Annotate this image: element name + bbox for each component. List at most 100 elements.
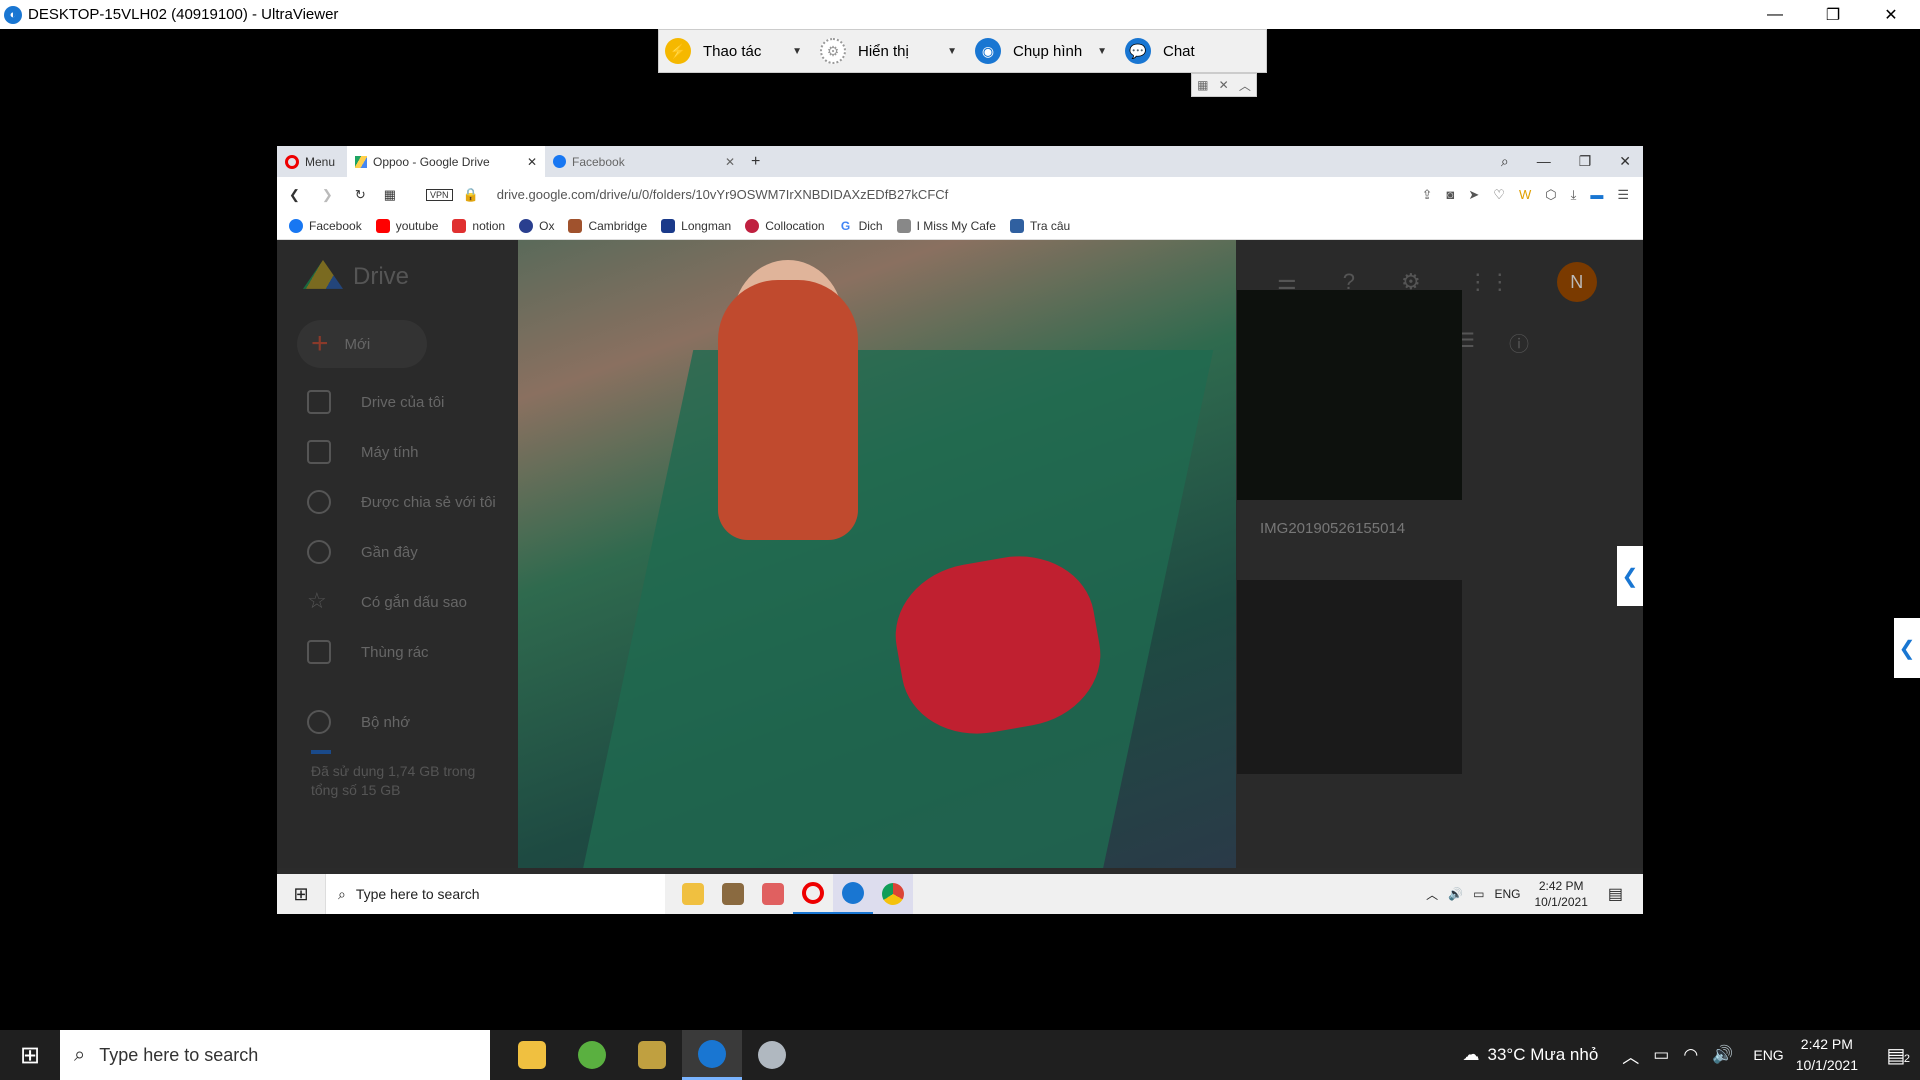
snapshot-icon[interactable]: ◙ xyxy=(1447,187,1455,203)
host-lang[interactable]: ENG xyxy=(1753,1047,1783,1063)
notification-center-button[interactable]: ▤ 2 xyxy=(1872,1043,1920,1068)
wifi-icon[interactable]: ◠ xyxy=(1683,1045,1698,1065)
forward-icon[interactable]: ❯ xyxy=(322,187,333,203)
sidebar-item-recent[interactable]: Gần đây xyxy=(307,540,418,564)
bookmark-notion[interactable]: notion xyxy=(452,218,505,233)
bookmark-dich[interactable]: G Dich xyxy=(838,218,883,233)
hien-thi-menu[interactable]: ⚙ Hiển thị ▼ xyxy=(814,29,969,73)
bookmark-cambridge[interactable]: Cambridge xyxy=(568,218,647,233)
bookmark-collocation[interactable]: Collocation xyxy=(745,218,825,233)
avatar[interactable]: N xyxy=(1556,262,1597,302)
tools-app-button[interactable] xyxy=(622,1030,682,1080)
heart-icon[interactable]: ♡ xyxy=(1493,187,1505,203)
speed-dial-icon[interactable]: ▦ xyxy=(384,187,396,203)
chevron-down-icon[interactable]: ▼ xyxy=(947,46,957,57)
remote-clock[interactable]: 2:42 PM 10/1/2021 xyxy=(1534,878,1587,910)
vpn-badge[interactable]: VPN xyxy=(426,188,453,201)
close-icon[interactable]: ✕ xyxy=(1619,153,1631,170)
search-tabs-icon[interactable]: ⌕ xyxy=(1501,153,1509,170)
opera-menu-button[interactable]: Menu xyxy=(277,146,347,177)
new-button[interactable]: + Mới xyxy=(297,320,427,368)
thumbnail-image[interactable] xyxy=(1237,290,1462,500)
new-tab-button[interactable]: + xyxy=(743,146,768,177)
sidebar-item-trash[interactable]: Thùng rác xyxy=(307,640,429,664)
paint-app-icon[interactable] xyxy=(753,874,793,914)
bookmark-longman[interactable]: Longman xyxy=(661,218,731,233)
cube-icon[interactable]: ⬡ xyxy=(1545,187,1556,203)
close-button[interactable]: ✕ xyxy=(1862,0,1920,29)
sidebar-item-computers[interactable]: Máy tính xyxy=(307,440,419,464)
remote-search-box[interactable]: ⌕ Type here to search xyxy=(325,874,665,914)
bookmark-youtube[interactable]: youtube xyxy=(375,218,438,233)
sidebar-item-my-drive[interactable]: Drive của tôi xyxy=(307,390,444,414)
tray-chevron-up-icon[interactable]: ︿ xyxy=(1622,1043,1639,1068)
close-tab-icon[interactable]: ✕ xyxy=(725,155,735,169)
thao-tac-menu[interactable]: ⚡ Thao tác ▼ xyxy=(659,29,814,73)
bookmark-tra-cau[interactable]: Tra câu xyxy=(1009,218,1070,233)
notification-icon[interactable]: ▤ xyxy=(1608,884,1623,904)
weather-icon[interactable]: ☁ xyxy=(1462,1045,1479,1065)
remote-screen[interactable]: Menu Oppoo - Google Drive ✕ Facebook ✕ +… xyxy=(277,146,1643,914)
share-icon[interactable]: ⇪ xyxy=(1422,187,1433,203)
easy-setup-icon[interactable]: ☰ xyxy=(1617,187,1629,203)
minimize-button[interactable]: — xyxy=(1746,0,1804,29)
tray-chevron-up-icon[interactable]: ︿ xyxy=(1426,886,1438,903)
bookmark-facebook[interactable]: Facebook xyxy=(289,218,362,233)
url-field[interactable]: drive.google.com/drive/u/0/folders/10vYr… xyxy=(497,187,949,202)
paint-taskbar-button[interactable] xyxy=(742,1030,802,1080)
apps-grid-icon[interactable]: ⋮⋮ xyxy=(1467,269,1511,295)
chevron-down-icon[interactable]: ▼ xyxy=(792,46,802,57)
chat-label: Chat xyxy=(1163,42,1195,60)
file-explorer-button[interactable] xyxy=(502,1030,562,1080)
restore-button[interactable]: ❐ xyxy=(1804,0,1862,29)
green-app-button[interactable] xyxy=(562,1030,622,1080)
chrome-app-icon[interactable] xyxy=(873,874,913,914)
wallet-icon[interactable]: W xyxy=(1519,187,1531,203)
volume-icon[interactable]: 🔊 xyxy=(1448,887,1463,901)
host-side-panel-toggle[interactable]: ❮ xyxy=(1894,618,1920,678)
library-app-icon[interactable] xyxy=(713,874,753,914)
sidebar-item-storage[interactable]: Bộ nhớ xyxy=(307,710,410,734)
chevron-down-icon[interactable]: ▼ xyxy=(1097,46,1107,57)
restore-icon[interactable]: ❐ xyxy=(1579,153,1592,170)
host-search-box[interactable]: ⌕ Type here to search xyxy=(60,1030,490,1080)
battery-icon[interactable]: ▭ xyxy=(1653,1045,1669,1065)
bookmark-i-miss-my-cafe[interactable]: I Miss My Cafe xyxy=(896,218,996,233)
volume-icon[interactable]: 🔊 xyxy=(1712,1045,1733,1065)
ultraviewer-taskbar-button[interactable] xyxy=(682,1030,742,1080)
info-icon[interactable]: ⓘ xyxy=(1509,328,1529,357)
send-icon[interactable]: ➤ xyxy=(1468,187,1479,203)
opera-app-icon[interactable] xyxy=(793,874,833,914)
bookmark-ox[interactable]: Ox xyxy=(519,218,554,233)
drive-logo: Drive xyxy=(303,260,409,294)
remote-start-button[interactable]: ⊞ xyxy=(277,874,325,914)
chevron-up-icon[interactable]: ︿ xyxy=(1239,77,1251,94)
chat-button[interactable]: 💬 Chat xyxy=(1119,29,1259,73)
thumbnail-image[interactable] xyxy=(1237,580,1462,774)
close-tab-icon[interactable]: ✕ xyxy=(527,155,537,169)
grid-icon[interactable]: ▦ xyxy=(1197,78,1208,92)
bookmark-label: Dich xyxy=(858,218,883,233)
ultraviewer-titlebar: ◐ DESKTOP-15VLH02 (40919100) - UltraView… xyxy=(0,0,1920,29)
remote-lang[interactable]: ENG xyxy=(1494,887,1520,901)
remote-side-panel-toggle[interactable]: ❮ xyxy=(1617,546,1643,606)
facebook-icon xyxy=(553,155,566,168)
host-clock[interactable]: 2:42 PM 10/1/2021 xyxy=(1796,1034,1858,1076)
battery-saver-icon[interactable]: ▬ xyxy=(1590,187,1603,203)
download-icon[interactable]: ⤓ xyxy=(1571,187,1577,203)
minimize-icon[interactable]: — xyxy=(1537,153,1551,170)
sidebar-item-shared[interactable]: Được chia sẻ với tôi xyxy=(307,490,496,514)
file-explorer-icon[interactable] xyxy=(673,874,713,914)
weather-text[interactable]: 33°C Mưa nhỏ xyxy=(1487,1045,1598,1065)
reload-icon[interactable]: ↻ xyxy=(355,187,366,203)
notification-count: 2 xyxy=(1903,1052,1910,1065)
battery-icon[interactable]: ▭ xyxy=(1473,887,1484,901)
collapse-icon[interactable]: ✕ xyxy=(1219,78,1229,92)
back-icon[interactable]: ❮ xyxy=(289,187,300,203)
ultraviewer-app-icon[interactable] xyxy=(833,874,873,914)
start-button[interactable]: ⊞ xyxy=(0,1030,60,1080)
chup-hinh-menu[interactable]: ◉ Chụp hình ▼ xyxy=(969,29,1119,73)
sidebar-item-starred[interactable]: ☆ Có gắn dấu sao xyxy=(307,590,467,614)
tab-facebook[interactable]: Facebook ✕ xyxy=(545,146,743,177)
tab-google-drive[interactable]: Oppoo - Google Drive ✕ xyxy=(347,146,545,177)
